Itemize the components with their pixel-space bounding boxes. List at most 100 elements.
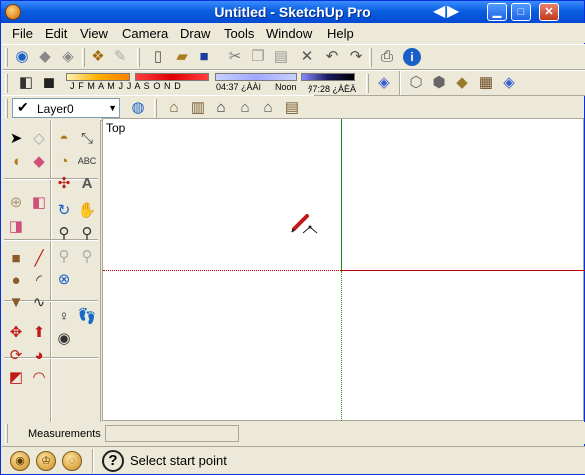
menu-draw[interactable]: Draw [180, 26, 210, 41]
xray-style-icon[interactable]: ◈ [374, 73, 394, 93]
position-camera-icon[interactable]: ♀ [54, 306, 74, 326]
minimize-button[interactable]: ▁ [487, 3, 507, 21]
eraser-icon[interactable]: ◆ [29, 151, 49, 171]
menu-help[interactable]: Help [327, 26, 354, 41]
iso-view-icon[interactable]: ⌂ [164, 98, 184, 118]
orbit-icon[interactable]: ↻ [54, 200, 74, 220]
zoom-extents-icon[interactable]: ⊗ [54, 269, 74, 289]
new-icon[interactable]: ▯ [148, 47, 168, 67]
paint-bucket-icon[interactable]: ◖ [6, 151, 26, 171]
follow-me-icon[interactable]: ◕ [29, 345, 49, 365]
nav-left-icon[interactable]: ◀ [433, 4, 447, 20]
previous-view-icon[interactable]: ⚲ [54, 246, 74, 266]
rectangle-tool-icon[interactable]: ■ [6, 248, 26, 268]
redo-icon[interactable]: ↷ [346, 47, 366, 67]
wireframe-style-icon[interactable]: ⬡ [406, 73, 426, 93]
open-file-icon[interactable]: ▰ [172, 47, 192, 67]
cut-icon[interactable]: ✂ [225, 47, 245, 67]
chevron-down-icon[interactable]: ▼ [108, 103, 117, 113]
toolbar-grip[interactable] [5, 424, 8, 443]
front-view-icon[interactable]: ⌂ [211, 98, 231, 118]
erase-icon[interactable]: ✕ [297, 47, 317, 67]
components-icon[interactable]: ❖ [88, 47, 108, 67]
section-plane-icon[interactable]: ⊕ [6, 192, 26, 212]
freehand-tool-icon[interactable]: ∿ [29, 292, 49, 312]
shaded-textures-style-icon[interactable]: ▦ [476, 73, 496, 93]
menu-file[interactable]: File [12, 26, 33, 41]
layer-manager-icon[interactable]: ◍ [128, 98, 148, 118]
line-tool-icon[interactable]: ╱ [29, 248, 49, 268]
toolbar-grip[interactable] [5, 48, 8, 67]
scale-tool-icon[interactable]: ◩ [6, 367, 26, 387]
menu-camera[interactable]: Camera [122, 26, 168, 41]
month-slider-track[interactable] [135, 73, 209, 81]
credits-icon[interactable]: ♔ [36, 451, 56, 471]
time-slider[interactable] [215, 73, 297, 81]
month-slider[interactable] [66, 73, 130, 81]
geo-location-icon[interactable]: ◉ [10, 451, 30, 471]
monochrome-style-icon[interactable]: ◈ [499, 73, 519, 93]
measurements-input[interactable] [105, 425, 239, 442]
menu-view[interactable]: View [80, 26, 108, 41]
display-shadows-icon[interactable]: ◼ [39, 73, 59, 93]
title-bar[interactable]: Untitled - SketchUp Pro ◀ ▶ ▁ □ ✕ [1, 1, 584, 23]
arc-tool-icon[interactable]: ◜ [29, 270, 49, 290]
left-view-icon[interactable]: ▤ [282, 98, 302, 118]
zoom-icon[interactable]: ⚲ [54, 223, 74, 243]
copy-icon[interactable]: ❐ [248, 47, 268, 67]
instructor-help-icon[interactable]: ? [102, 450, 124, 472]
pan-icon[interactable]: ✋ [77, 200, 97, 220]
polygon-tool-icon[interactable]: ▼ [6, 292, 26, 312]
undo-icon[interactable]: ↶ [322, 47, 342, 67]
maximize-button[interactable]: □ [511, 3, 531, 21]
menu-window[interactable]: Window [266, 26, 312, 41]
menu-tools[interactable]: Tools [224, 26, 254, 41]
move-tool-icon[interactable]: ✥ [6, 322, 26, 342]
text-tool-icon[interactable]: ABC [77, 151, 97, 171]
shadow-settings-icon[interactable]: ◧ [16, 73, 36, 93]
top-view-icon[interactable]: ▥ [188, 98, 208, 118]
drawing-viewport[interactable]: Top [102, 118, 585, 421]
toolbar-grip[interactable] [82, 48, 85, 67]
user-icon[interactable]: ◌ [62, 451, 82, 471]
save-file-icon[interactable]: ■ [194, 47, 214, 67]
model-info-icon[interactable]: i [403, 48, 421, 66]
paste-icon[interactable]: ▤ [271, 47, 291, 67]
make-component-icon[interactable]: ◇ [29, 128, 49, 148]
toolbar-grip[interactable] [5, 74, 8, 93]
zoom-window-icon[interactable]: ⚲ [77, 223, 97, 243]
hidden-line-style-icon[interactable]: ⬢ [429, 73, 449, 93]
group-icon[interactable]: ◨ [6, 216, 26, 236]
toolbar-grip[interactable] [5, 99, 8, 118]
toolbar-grip[interactable] [154, 99, 157, 118]
axes-tool-icon[interactable]: ✣ [54, 173, 74, 193]
menu-edit[interactable]: Edit [45, 26, 67, 41]
getting-started-icon[interactable]: ◉ [12, 47, 32, 67]
close-button[interactable]: ✕ [539, 3, 559, 21]
offset-tool-icon[interactable]: ◠ [29, 367, 49, 387]
tape-measure-icon[interactable]: ◓ [54, 128, 74, 148]
dimension-icon[interactable]: ⤡ [77, 128, 97, 148]
right-view-icon[interactable]: ⌂ [235, 98, 255, 118]
save-icon[interactable]: ◈ [58, 47, 78, 67]
toolbar-grip[interactable] [137, 48, 140, 67]
rotate-tool-icon[interactable]: ⟳ [6, 345, 26, 365]
circle-tool-icon[interactable]: ● [6, 270, 26, 290]
select-tool-icon[interactable]: ➤ [6, 128, 26, 148]
toolbar-grip[interactable] [366, 74, 369, 93]
print-icon[interactable]: ⎙ [377, 47, 397, 67]
look-around-icon[interactable]: ◉ [54, 328, 74, 348]
shaded-style-icon[interactable]: ◆ [452, 73, 472, 93]
nav-right-icon[interactable]: ▶ [447, 4, 461, 20]
3d-text-icon[interactable]: A [77, 173, 97, 193]
materials-icon[interactable]: ✎ [110, 47, 130, 67]
layer-dropdown[interactable]: ✔ Layer0 ▼ [12, 98, 120, 118]
walk-icon[interactable]: 👣 [77, 306, 97, 326]
open-icon[interactable]: ◆ [35, 47, 55, 67]
protractor-icon[interactable]: ◔ [54, 151, 74, 171]
component-cube-icon[interactable]: ◧ [29, 192, 49, 212]
push-pull-icon[interactable]: ⬆ [29, 322, 49, 342]
back-view-icon[interactable]: ⌂ [258, 98, 278, 118]
time-slider-track[interactable] [301, 73, 355, 81]
next-view-icon[interactable]: ⚲ [77, 246, 97, 266]
